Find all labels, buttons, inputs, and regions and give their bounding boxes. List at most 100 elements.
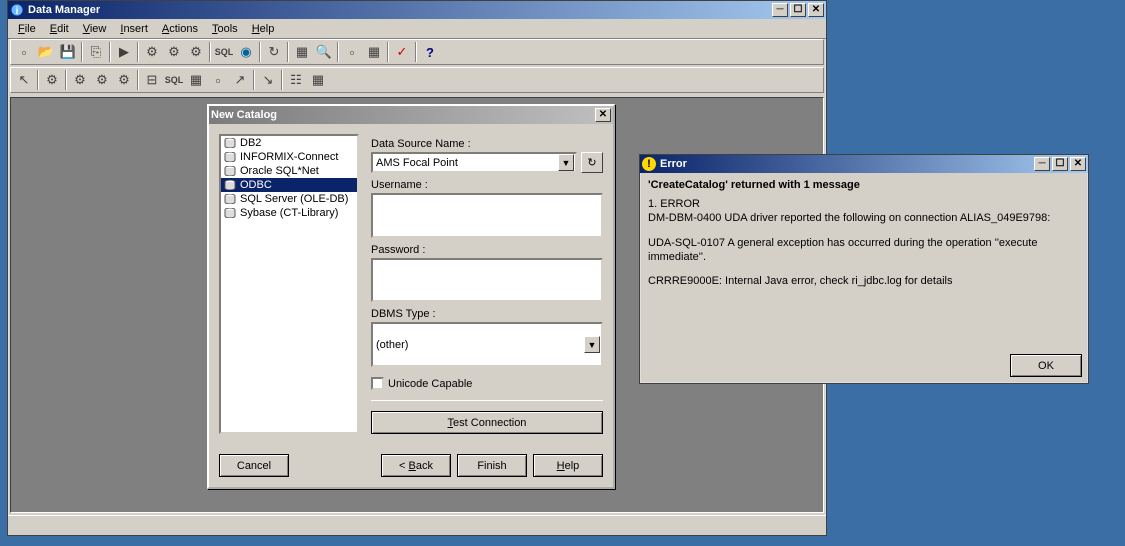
- gear6-icon[interactable]: ⚙: [91, 69, 113, 91]
- search-icon[interactable]: 🔍: [313, 41, 335, 63]
- save-icon[interactable]: 💾: [57, 41, 79, 63]
- menu-tools[interactable]: Tools: [206, 21, 244, 37]
- menu-view[interactable]: View: [77, 21, 113, 37]
- sql-icon[interactable]: SQL: [213, 41, 235, 63]
- sql2-icon[interactable]: SQL: [163, 69, 185, 91]
- error-line-3: UDA-SQL-0107 A general exception has occ…: [648, 236, 1080, 265]
- pointer-icon[interactable]: ↖: [13, 69, 35, 91]
- error-window: ! Error ─ ☐ ✕ 'CreateCatalog' returned w…: [639, 154, 1089, 384]
- toolbar-separator: [387, 42, 389, 62]
- catalog-type-item[interactable]: Oracle SQL*Net: [221, 164, 357, 178]
- grid3-icon[interactable]: ▦: [307, 69, 329, 91]
- dbms-label: DBMS Type :: [371, 308, 603, 320]
- error-title: Error: [660, 158, 1032, 170]
- play-icon[interactable]: ▶: [113, 41, 135, 63]
- database-icon: [224, 166, 236, 176]
- refresh-icon[interactable]: ↻: [263, 41, 285, 63]
- menubar: File Edit View Insert Actions Tools Help: [8, 19, 826, 39]
- gear4-icon[interactable]: ⚙: [41, 69, 63, 91]
- error-maximize-button[interactable]: ☐: [1052, 157, 1068, 171]
- password-input[interactable]: [371, 258, 603, 303]
- dsn-value: AMS Focal Point: [376, 157, 458, 169]
- gear7-icon[interactable]: ⚙: [113, 69, 135, 91]
- database-icon: [224, 138, 236, 148]
- catalog-type-item[interactable]: SQL Server (OLE-DB): [221, 192, 357, 206]
- error-header: 'CreateCatalog' returned with 1 message: [640, 173, 1088, 197]
- refresh-dsn-button[interactable]: ↻: [581, 152, 603, 173]
- link-icon[interactable]: ↘: [257, 69, 279, 91]
- help-icon[interactable]: ?: [419, 41, 441, 63]
- grid2-icon[interactable]: ▦: [185, 69, 207, 91]
- dialog-body: DB2INFORMIX-ConnectOracle SQL*NetODBCSQL…: [209, 124, 613, 444]
- menu-edit[interactable]: Edit: [44, 21, 75, 37]
- error-minimize-button[interactable]: ─: [1034, 157, 1050, 171]
- gear-icon[interactable]: ⚙: [141, 41, 163, 63]
- database-icon: [224, 194, 236, 204]
- catalog-type-item[interactable]: DB2: [221, 136, 357, 150]
- main-title: Data Manager: [28, 4, 770, 16]
- tree-icon[interactable]: ☷: [285, 69, 307, 91]
- dialog-title: New Catalog: [211, 109, 593, 121]
- open-icon[interactable]: 📂: [35, 41, 57, 63]
- chart-icon[interactable]: ↗: [229, 69, 251, 91]
- error-titlebar: ! Error ─ ☐ ✕: [640, 155, 1088, 173]
- menu-insert[interactable]: Insert: [114, 21, 154, 37]
- help-button[interactable]: Help: [533, 454, 603, 477]
- catalog-type-label: Sybase (CT-Library): [240, 207, 338, 219]
- dialog-titlebar: New Catalog ✕: [209, 106, 613, 124]
- gear5-icon[interactable]: ⚙: [69, 69, 91, 91]
- dsn-combo[interactable]: AMS Focal Point ▼: [371, 152, 577, 173]
- copy-icon[interactable]: ⎘: [85, 41, 107, 63]
- check-icon[interactable]: ✓: [391, 41, 413, 63]
- toolbar-separator: [65, 70, 67, 90]
- table-icon[interactable]: ▦: [363, 41, 385, 63]
- catalog-type-item[interactable]: Sybase (CT-Library): [221, 206, 357, 220]
- chevron-down-icon[interactable]: ▼: [558, 154, 574, 171]
- toolbar-separator: [137, 42, 139, 62]
- minimize-button[interactable]: ─: [772, 3, 788, 17]
- dialog-close-button[interactable]: ✕: [595, 108, 611, 122]
- dbms-combo[interactable]: (other) ▼: [371, 322, 603, 367]
- grid-icon[interactable]: ▦: [291, 41, 313, 63]
- ok-button[interactable]: OK: [1010, 354, 1082, 377]
- catalog-type-item[interactable]: ODBC: [221, 178, 357, 192]
- username-label: Username :: [371, 179, 603, 191]
- globe-icon[interactable]: ◉: [235, 41, 257, 63]
- back-button[interactable]: < Back: [381, 454, 451, 477]
- error-close-button[interactable]: ✕: [1070, 157, 1086, 171]
- toolbar-separator: [209, 42, 211, 62]
- menu-file[interactable]: File: [12, 21, 42, 37]
- catalog-type-label: DB2: [240, 137, 261, 149]
- menu-actions[interactable]: Actions: [156, 21, 204, 37]
- new-icon[interactable]: ▫: [13, 41, 35, 63]
- error-line-1: 1. ERROR: [648, 197, 1080, 211]
- db-icon[interactable]: ⊟: [141, 69, 163, 91]
- unicode-checkbox[interactable]: [371, 377, 384, 390]
- finish-button[interactable]: Finish: [457, 454, 527, 477]
- toolbar-separator: [37, 70, 39, 90]
- toolbar-separator: [415, 42, 417, 62]
- gear2-icon[interactable]: ⚙: [163, 41, 185, 63]
- chevron-down-icon[interactable]: ▼: [584, 336, 600, 353]
- toolbar-separator: [287, 42, 289, 62]
- dialog-form: Data Source Name : AMS Focal Point ▼ ↻ U…: [371, 134, 603, 434]
- username-input[interactable]: [371, 193, 603, 238]
- maximize-button[interactable]: ☐: [790, 3, 806, 17]
- page-icon[interactable]: ▫: [207, 69, 229, 91]
- gear3-icon[interactable]: ⚙: [185, 41, 207, 63]
- main-titlebar: i Data Manager ─ ☐ ✕: [8, 1, 826, 19]
- toolbar-separator: [109, 42, 111, 62]
- catalog-type-label: Oracle SQL*Net: [240, 165, 319, 177]
- toolbar-separator: [259, 42, 261, 62]
- catalog-type-listbox[interactable]: DB2INFORMIX-ConnectOracle SQL*NetODBCSQL…: [219, 134, 359, 434]
- database-icon: [224, 208, 236, 218]
- menu-help[interactable]: Help: [246, 21, 281, 37]
- database-icon: [224, 152, 236, 162]
- close-button[interactable]: ✕: [808, 3, 824, 17]
- catalog-type-item[interactable]: INFORMIX-Connect: [221, 150, 357, 164]
- cancel-button[interactable]: Cancel: [219, 454, 289, 477]
- new-catalog-dialog: New Catalog ✕ DB2INFORMIX-ConnectOracle …: [207, 104, 615, 489]
- doc-icon[interactable]: ▫: [341, 41, 363, 63]
- toolbar-separator: [337, 42, 339, 62]
- test-connection-button[interactable]: Test Connection: [371, 411, 603, 434]
